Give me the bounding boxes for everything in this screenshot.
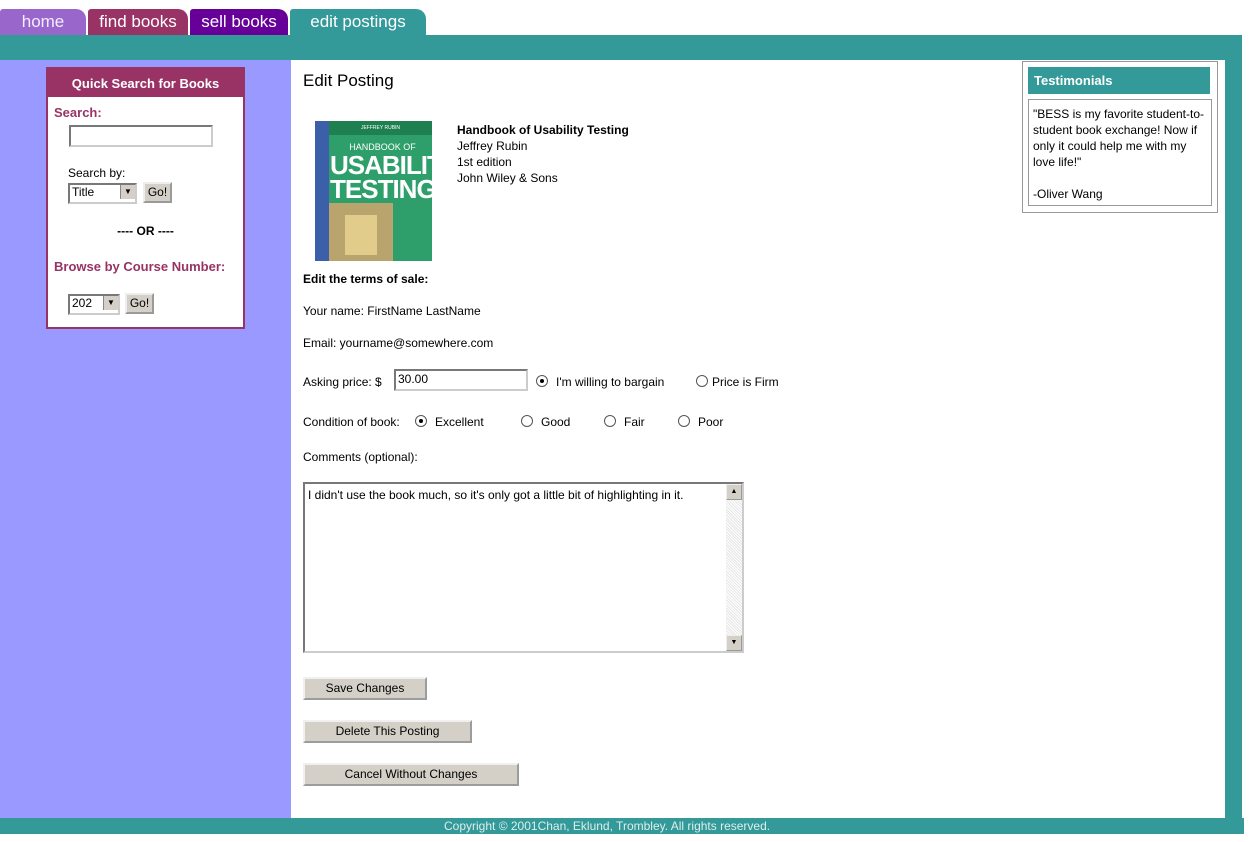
- condition-good-label: Good: [541, 415, 571, 429]
- testimonial-body: "BESS is my favorite student-to-student …: [1028, 99, 1212, 206]
- comments-textarea[interactable]: I didn't use the book much, so it's only…: [303, 482, 744, 653]
- asking-price-input[interactable]: 30.00: [394, 369, 528, 391]
- testimonials-title: Testimonials: [1028, 67, 1210, 94]
- course-number-value: 202: [72, 296, 93, 310]
- search-label: Search:: [54, 105, 102, 120]
- condition-good-radio[interactable]: [521, 415, 533, 427]
- quick-search-panel: Quick Search for Books Search: Search by…: [46, 67, 245, 329]
- tab-home[interactable]: home: [0, 9, 86, 36]
- book-cover-image: JEFFREY RUBIN HANDBOOK OF USABILITY TEST…: [315, 121, 432, 261]
- search-by-select[interactable]: Title ▼: [68, 183, 137, 204]
- comments-text: I didn't use the book much, so it's only…: [308, 488, 684, 502]
- asking-price-label: Asking price: $: [303, 375, 382, 389]
- comments-scrollbar[interactable]: ▲ ▼: [726, 484, 742, 651]
- book-publisher: John Wiley & Sons: [457, 171, 558, 185]
- condition-excellent-radio[interactable]: [415, 415, 427, 427]
- terms-heading: Edit the terms of sale:: [303, 272, 429, 286]
- tab-find-books[interactable]: find books: [88, 9, 188, 36]
- search-by-value: Title: [72, 185, 95, 199]
- search-by-label: Search by:: [68, 166, 126, 180]
- tab-bar: home find books sell books edit postings: [0, 0, 1252, 36]
- scroll-down-arrow-icon[interactable]: ▼: [726, 635, 742, 651]
- left-sidebar: Quick Search for Books Search: Search by…: [0, 60, 291, 818]
- seller-name: Your name: FirstName LastName: [303, 304, 481, 318]
- book-edition: 1st edition: [457, 155, 512, 169]
- copyright-text: Copyright © 2001Chan, Eklund, Trombley. …: [444, 819, 771, 833]
- testimonials-panel: Testimonials "BESS is my favorite studen…: [1022, 61, 1218, 213]
- search-go-button[interactable]: Go!: [143, 182, 172, 203]
- testimonial-author: -Oliver Wang: [1033, 187, 1103, 201]
- cover-title: USABILITY TESTING: [330, 150, 432, 204]
- browse-go-button[interactable]: Go!: [125, 293, 154, 314]
- testimonial-quote: "BESS is my favorite student-to-student …: [1033, 107, 1204, 169]
- book-info: Handbook of Usability Testing Jeffrey Ru…: [457, 122, 629, 186]
- delete-posting-button[interactable]: Delete This Posting: [303, 720, 472, 743]
- or-divider: ---- OR ----: [117, 224, 174, 238]
- cover-author: JEFFREY RUBIN: [329, 121, 432, 135]
- chevron-down-icon: ▼: [103, 296, 118, 310]
- search-input[interactable]: [69, 125, 213, 147]
- browse-course-label: Browse by Course Number:: [54, 259, 226, 274]
- cancel-button[interactable]: Cancel Without Changes: [303, 763, 519, 786]
- scroll-up-arrow-icon[interactable]: ▲: [726, 484, 742, 500]
- comments-label: Comments (optional):: [303, 450, 418, 464]
- condition-fair-label: Fair: [624, 415, 645, 429]
- tab-edit-postings[interactable]: edit postings: [290, 9, 426, 36]
- bargain-label: I'm willing to bargain: [556, 375, 665, 389]
- footer: Copyright © 2001Chan, Eklund, Trombley. …: [0, 818, 1244, 834]
- condition-excellent-label: Excellent: [435, 415, 484, 429]
- condition-poor-label: Poor: [698, 415, 724, 429]
- condition-fair-radio[interactable]: [604, 415, 616, 427]
- price-firm-radio[interactable]: [696, 375, 708, 387]
- condition-label: Condition of book:: [303, 415, 400, 429]
- header-bar: [0, 35, 1242, 60]
- book-author: Jeffrey Rubin: [457, 139, 528, 153]
- tab-sell-books[interactable]: sell books: [190, 9, 288, 36]
- course-number-select[interactable]: 202 ▼: [68, 294, 120, 315]
- book-title: Handbook of Usability Testing: [457, 123, 629, 137]
- chevron-down-icon: ▼: [120, 185, 135, 199]
- quick-search-title: Quick Search for Books: [48, 69, 243, 97]
- right-border-bar: [1225, 60, 1242, 818]
- seller-email: Email: yourname@somewhere.com: [303, 336, 494, 350]
- bargain-radio[interactable]: [536, 375, 548, 387]
- page-title: Edit Posting: [303, 71, 394, 90]
- price-firm-label: Price is Firm: [712, 375, 779, 389]
- condition-poor-radio[interactable]: [678, 415, 690, 427]
- save-changes-button[interactable]: Save Changes: [303, 677, 427, 700]
